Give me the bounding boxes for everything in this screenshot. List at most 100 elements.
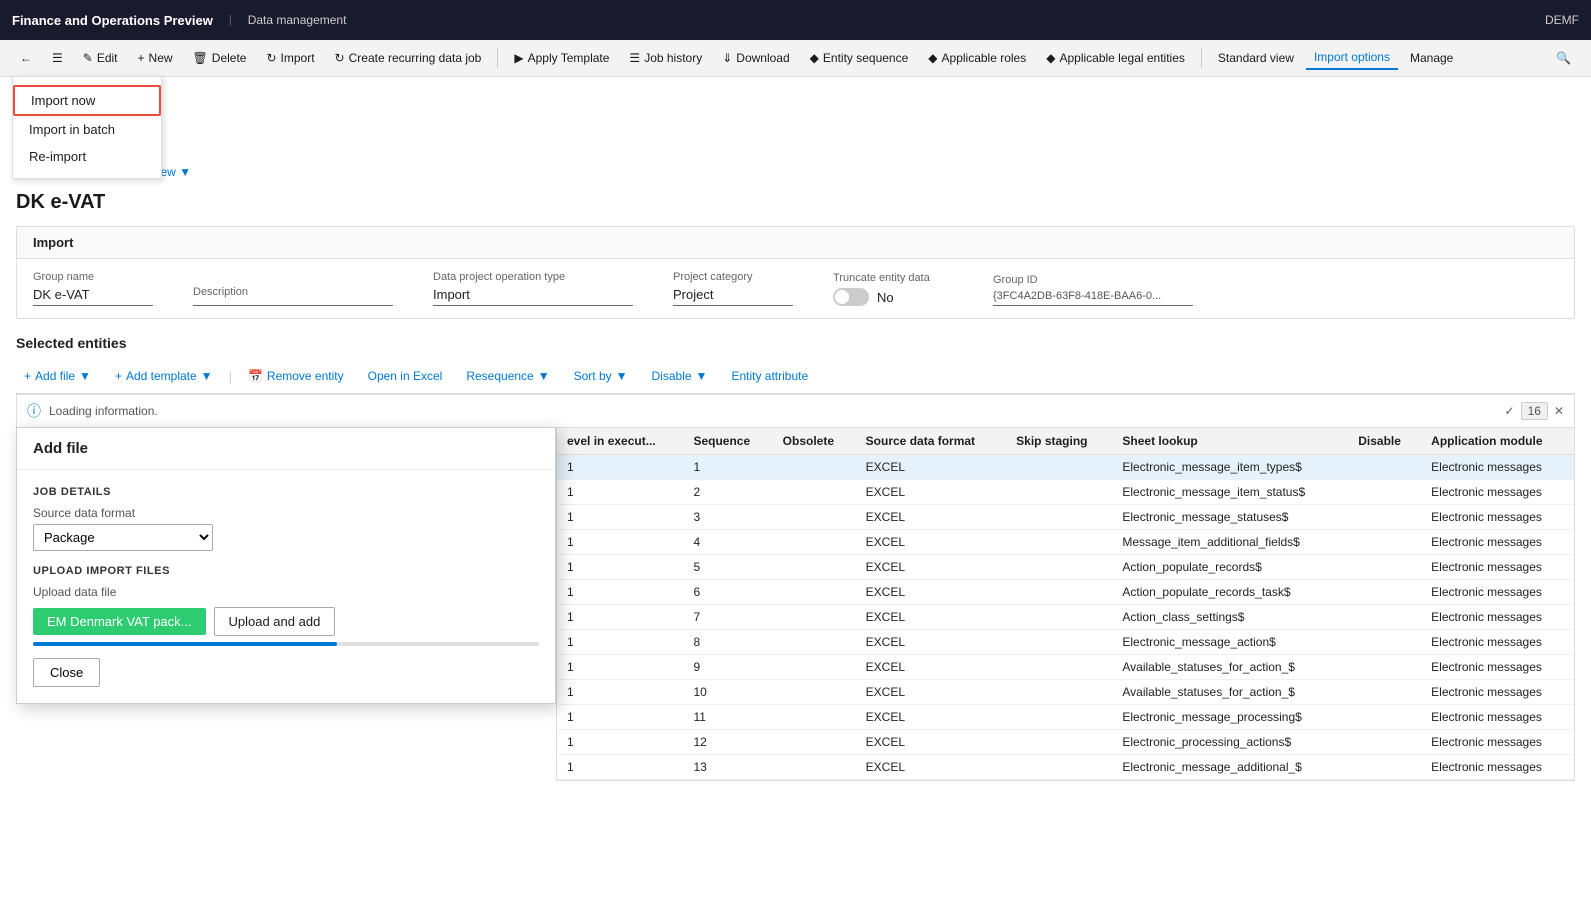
upload-data-file-label: Upload data file (33, 585, 539, 599)
table-row[interactable]: 113 EXCEL Electronic_message_additional_… (557, 755, 1574, 780)
truncate-toggle[interactable] (833, 288, 869, 306)
resequence-chevron: ▼ (538, 369, 550, 383)
loading-close-icon[interactable]: ✕ (1554, 404, 1564, 418)
cell-skip (1006, 455, 1112, 480)
import-icon: ↻ (266, 51, 276, 65)
breadcrumb: Import | DK e-VAT | My view ▼ (0, 157, 1591, 187)
cell-disable (1348, 455, 1421, 480)
recurring-icon: ↻ (335, 51, 345, 65)
template-icon: ▶ (514, 51, 523, 65)
sub-toolbar: + Add file ▼ + Add template ▼ | 📅 Remove… (16, 359, 1575, 394)
loading-text: Loading information. (49, 404, 158, 418)
import-dropdown: Import now Import in batch Re-import (12, 76, 162, 179)
table-row[interactable]: 16 EXCEL Action_populate_records_task$El… (557, 580, 1574, 605)
table-row[interactable]: 15 EXCEL Action_populate_records$Electro… (557, 555, 1574, 580)
top-nav-left: Finance and Operations Preview | Data ma… (12, 13, 346, 28)
applicable-roles-button[interactable]: ◆ Applicable roles (920, 47, 1034, 69)
table-row[interactable]: 1 1 EXCEL Electronic_message_item_types$… (557, 455, 1574, 480)
group-id-label: Group ID (993, 274, 1193, 286)
form-row: Group name DK e-VAT Description Data pro… (33, 271, 1558, 306)
file-name-button[interactable]: EM Denmark VAT pack... (33, 608, 206, 635)
table-row[interactable]: 17 EXCEL Action_class_settings$Electroni… (557, 605, 1574, 630)
project-category-label: Project category (673, 271, 793, 283)
cell-format: EXCEL (856, 455, 1006, 480)
toolbar-right: 🔍 (1548, 47, 1579, 69)
chevron-down-icon: ▼ (179, 165, 191, 179)
upload-row: EM Denmark VAT pack... Upload and add (33, 607, 539, 636)
new-button[interactable]: + New (130, 47, 181, 69)
disable-chevron: ▼ (696, 369, 708, 383)
back-button[interactable]: ← (12, 47, 40, 69)
close-dialog-button[interactable]: Close (33, 658, 100, 687)
truncate-label: Truncate entity data (833, 272, 953, 284)
resequence-button[interactable]: Resequence ▼ (458, 365, 557, 387)
user-label: DEMF (1545, 13, 1579, 27)
search-button[interactable]: 🔍 (1548, 47, 1579, 69)
table-row[interactable]: 12 EXCEL Electronic_message_item_status$… (557, 480, 1574, 505)
menu-button[interactable]: ☰ (44, 47, 71, 69)
standard-view-button[interactable]: Standard view (1210, 47, 1302, 69)
col-header-skip: Skip staging (1006, 428, 1112, 455)
col-header-level: evel in execut... (557, 428, 683, 455)
import-button[interactable]: ↻ Import (258, 47, 322, 69)
cell-obs (773, 455, 856, 480)
app-title: Finance and Operations Preview (12, 13, 213, 28)
import-now-item[interactable]: Import now (13, 85, 161, 116)
sort-by-button[interactable]: Sort by ▼ (566, 365, 636, 387)
job-history-button[interactable]: ☰ Job history (621, 47, 710, 69)
history-icon: ☰ (629, 51, 640, 65)
loading-count-area: ✓ 16 ✕ (1505, 402, 1564, 420)
entity-sequence-button[interactable]: ◆ Entity sequence (802, 47, 917, 69)
re-import-item[interactable]: Re-import (13, 143, 161, 170)
create-recurring-button[interactable]: ↻ Create recurring data job (327, 47, 490, 69)
main-content: Import | DK e-VAT | My view ▼ DK e-VAT I… (0, 77, 1591, 781)
table-row[interactable]: 19 EXCEL Available_statuses_for_action_$… (557, 655, 1574, 680)
download-button[interactable]: ⇓ Download (714, 47, 797, 69)
add-template-button[interactable]: + Add template ▼ (107, 365, 221, 387)
group-id-value: {3FC4A2DB-63F8-418E-BAA6-0... (993, 290, 1193, 306)
table-header: evel in execut... Sequence Obsolete Sour… (557, 428, 1574, 455)
table-row[interactable]: 18 EXCEL Electronic_message_action$Elect… (557, 630, 1574, 655)
table-row[interactable]: 112 EXCEL Electronic_processing_actions$… (557, 730, 1574, 755)
page-title: DK e-VAT (0, 187, 1591, 226)
table-wrapper: Add file JOB DETAILS Source data format … (16, 427, 1575, 781)
col-header-sequence: Sequence (683, 428, 772, 455)
divider2 (1201, 48, 1202, 68)
table-row[interactable]: 13 EXCEL Electronic_message_statuses$Ele… (557, 505, 1574, 530)
table-row[interactable]: 111 EXCEL Electronic_message_processing$… (557, 705, 1574, 730)
upload-and-add-button[interactable]: Upload and add (214, 607, 336, 636)
cell-seq: 1 (683, 455, 772, 480)
download-icon: ⇓ (722, 51, 732, 65)
import-in-batch-item[interactable]: Import in batch (13, 116, 161, 143)
import-section-header: Import (17, 227, 1574, 259)
group-name-field: Group name DK e-VAT (33, 271, 153, 306)
delete-button[interactable]: 🗑 Delete (185, 47, 255, 69)
toggle-container: No (833, 288, 953, 306)
group-id-field: Group ID {3FC4A2DB-63F8-418E-BAA6-0... (993, 274, 1193, 306)
table-row[interactable]: 14 EXCEL Message_item_additional_fields$… (557, 530, 1574, 555)
search-icon: 🔍 (1556, 51, 1571, 65)
remove-entity-button[interactable]: 📅 Remove entity (240, 365, 352, 387)
disable-button[interactable]: Disable ▼ (644, 365, 716, 387)
main-toolbar: ← ☰ ✎ Edit + New 🗑 Delete ↻ Import ↻ Cre… (0, 40, 1591, 77)
top-nav: Finance and Operations Preview | Data ma… (0, 0, 1591, 40)
edit-button[interactable]: ✎ Edit (75, 47, 126, 69)
open-in-excel-button[interactable]: Open in Excel (360, 365, 451, 387)
entity-attribute-button[interactable]: Entity attribute (723, 365, 816, 387)
sort-chevron: ▼ (616, 369, 628, 383)
table-row[interactable]: 110 EXCEL Available_statuses_for_action_… (557, 680, 1574, 705)
project-category-field: Project category Project (673, 271, 793, 306)
source-format-label: Source data format (33, 506, 539, 520)
edit-icon: ✎ (83, 51, 93, 65)
add-template-chevron: ▼ (201, 369, 213, 383)
applicable-legal-button[interactable]: ◆ Applicable legal entities (1038, 47, 1193, 69)
apply-template-button[interactable]: ▶ Apply Template (506, 47, 617, 69)
delete-icon: 🗑 (193, 51, 208, 65)
add-file-button[interactable]: + Add file ▼ (16, 365, 99, 387)
import-options-button[interactable]: Import options (1306, 46, 1398, 70)
group-name-label: Group name (33, 271, 153, 283)
manage-button[interactable]: Manage (1402, 47, 1461, 69)
add-file-dialog: Add file JOB DETAILS Source data format … (16, 427, 556, 704)
plus-icon: + (138, 51, 145, 65)
source-format-select[interactable]: Package (33, 524, 213, 551)
